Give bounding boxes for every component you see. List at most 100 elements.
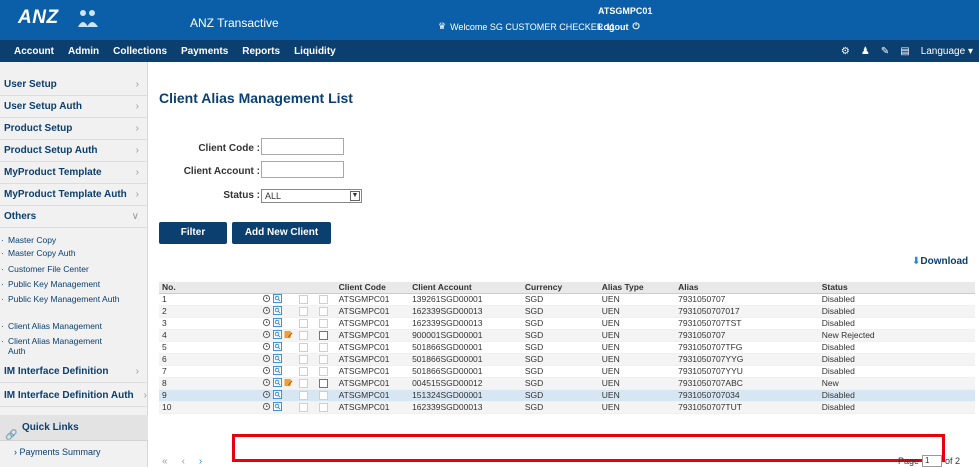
logout-link[interactable]: Logout ⏻: [598, 21, 640, 32]
cell-select: [295, 293, 316, 306]
view-icon[interactable]: [272, 389, 282, 399]
sidebar-subitem-master-copy[interactable]: · Master Copy: [0, 235, 148, 245]
menu-item-payments[interactable]: Payments: [181, 46, 228, 57]
history-icon[interactable]: [262, 366, 271, 375]
history-icon[interactable]: [262, 342, 271, 351]
row-checkbox-2[interactable]: [318, 367, 328, 377]
table-row[interactable]: 3 ATSGMPC01 162339SGD00013 SGD UEN 7931050707…: [159, 317, 975, 330]
app-window: ANZ ANZ Transactive ATSGMPC01 ♛ Welcome …: [0, 0, 979, 467]
sidebar-subitem-master-copy-auth[interactable]: · Master Copy Auth: [0, 248, 148, 258]
view-icon[interactable]: [272, 293, 282, 303]
sidebar-item-im-interface-definition-auth[interactable]: IM Interface Definition Auth ›: [0, 385, 148, 407]
row-checkbox-2[interactable]: [318, 319, 328, 329]
sidebar-item-user-setup[interactable]: User Setup ›: [0, 74, 148, 96]
next-page-icon[interactable]: ›: [199, 456, 202, 467]
client-account-input[interactable]: [261, 161, 344, 178]
view-icon[interactable]: [272, 377, 282, 387]
edit-icon[interactable]: [284, 378, 293, 387]
table-row[interactable]: 2 ATSGMPC01 162339SGD00013 SGD UEN 7931050707…: [159, 305, 975, 318]
row-checkbox[interactable]: [298, 319, 308, 329]
document-export-icon[interactable]: ✎: [881, 46, 889, 57]
sidebar-item-user-setup-auth[interactable]: User Setup Auth ›: [0, 96, 148, 118]
quick-link-payments-summary[interactable]: › Payments Summary: [0, 447, 148, 457]
table-row[interactable]: 6 ATSGMPC01 501866SGD00001 SGD UEN 7931050707…: [159, 353, 975, 366]
page-number-input[interactable]: 1: [922, 455, 943, 467]
users-icon[interactable]: ♟: [861, 46, 870, 57]
view-icon[interactable]: [272, 305, 282, 315]
row-checkbox-2[interactable]: [318, 331, 328, 341]
sidebar-item-im-interface-definition[interactable]: IM Interface Definition ›: [0, 361, 148, 383]
cell-select-2: [315, 305, 336, 318]
history-icon[interactable]: [262, 354, 271, 363]
sidebar-subitem-public-key-management[interactable]: · Public Key Management: [0, 279, 148, 289]
row-checkbox-2[interactable]: [318, 307, 328, 317]
power-icon: ⏻: [632, 21, 640, 31]
row-checkbox-2[interactable]: [318, 343, 328, 353]
table-row[interactable]: 4 ATSGMPC01 900001SGD00001 SGD UEN 7931050707…: [159, 329, 975, 342]
view-icon[interactable]: [272, 329, 282, 339]
view-icon[interactable]: [272, 317, 282, 327]
row-checkbox[interactable]: [298, 391, 308, 401]
client-code-input[interactable]: [261, 138, 344, 155]
table-row[interactable]: 9 ATSGMPC01 151324SGD00001 SGD UEN 7931050707…: [159, 389, 975, 402]
view-icon[interactable]: [272, 341, 282, 351]
add-new-client-alias-button[interactable]: Add New Client Alias: [232, 222, 331, 260]
table-row[interactable]: 5 ATSGMPC01 501866SGD00001 SGD UEN 7931050707…: [159, 341, 975, 354]
row-checkbox[interactable]: [298, 403, 308, 413]
bullet-icon: ·: [1, 294, 4, 304]
row-checkbox[interactable]: [298, 307, 308, 317]
row-checkbox[interactable]: [298, 379, 308, 389]
edit-icon[interactable]: [284, 330, 293, 339]
row-checkbox-2[interactable]: [318, 391, 328, 401]
row-checkbox[interactable]: [298, 343, 308, 353]
history-icon[interactable]: [262, 306, 271, 315]
filter-button[interactable]: Filter: [159, 222, 227, 244]
menu-item-admin[interactable]: Admin: [68, 46, 99, 57]
sidebar-subitem-client-alias-management[interactable]: · Client Alias Management: [0, 321, 148, 331]
menu-item-collections[interactable]: Collections: [113, 46, 167, 57]
menu-item-reports[interactable]: Reports: [242, 46, 280, 57]
view-icon[interactable]: [272, 365, 282, 375]
history-icon[interactable]: [262, 402, 271, 411]
sidebar-item-others[interactable]: Others ∨: [0, 206, 148, 228]
settings-icon[interactable]: ⚙: [841, 46, 850, 57]
table-row[interactable]: 8 ATSGMPC01 004515SGD00012 SGD UEN 7931050707…: [159, 377, 975, 390]
history-icon[interactable]: [262, 330, 271, 339]
first-page-icon[interactable]: «: [162, 456, 168, 467]
menu-item-account[interactable]: Account: [14, 46, 54, 57]
document-icon[interactable]: ▤: [900, 46, 909, 57]
history-icon[interactable]: [262, 294, 271, 303]
sidebar-subitem-public-key-management-auth[interactable]: · Public Key Management Auth: [0, 294, 120, 304]
row-checkbox-2[interactable]: [318, 403, 328, 413]
status-select[interactable]: ALL ▼: [261, 189, 362, 203]
row-checkbox-2[interactable]: [318, 379, 328, 389]
sidebar-item-product-setup-auth[interactable]: Product Setup Auth ›: [0, 140, 148, 162]
sidebar-item-product-setup[interactable]: Product Setup ›: [0, 118, 148, 140]
table-row[interactable]: 1 ATSGMPC01 139261SGD00001 SGD UEN 7931050707…: [159, 293, 975, 306]
cell-status: Disabled: [818, 317, 975, 330]
view-icon[interactable]: [272, 353, 282, 363]
sidebar-item-myproduct-template-auth[interactable]: MyProduct Template Auth ›: [0, 184, 148, 206]
view-icon[interactable]: [272, 401, 282, 411]
row-checkbox-2[interactable]: [318, 355, 328, 365]
row-checkbox[interactable]: [298, 355, 308, 365]
cell-alias-type: UEN: [598, 305, 676, 318]
row-checkbox[interactable]: [298, 367, 308, 377]
language-menu[interactable]: Language ▾: [921, 46, 973, 57]
row-checkbox[interactable]: [298, 295, 308, 305]
history-icon[interactable]: [262, 318, 271, 327]
download-link[interactable]: ⬇Download: [912, 256, 968, 267]
cell-status: Disabled: [818, 353, 975, 366]
menu-item-liquidity[interactable]: Liquidity: [294, 46, 336, 57]
table-row[interactable]: 10 ATSGMPC01 162339SGD00013 SGD UEN 793105070…: [159, 401, 975, 414]
row-checkbox[interactable]: [298, 331, 308, 341]
table-row[interactable]: 7 ATSGMPC01 501866SGD00001 SGD UEN 7931050707…: [159, 365, 975, 378]
row-checkbox-2[interactable]: [318, 295, 328, 305]
quick-links-header[interactable]: 🔗 Quick Links: [0, 415, 148, 441]
sidebar-subitem-client-alias-management-auth[interactable]: · Client Alias Management Auth: [0, 336, 120, 356]
history-icon[interactable]: [262, 390, 271, 399]
history-icon[interactable]: [262, 378, 271, 387]
prev-page-icon[interactable]: ‹: [182, 456, 185, 467]
sidebar-subitem-customer-file-center[interactable]: · Customer File Center: [0, 264, 148, 274]
sidebar-item-myproduct-template[interactable]: MyProduct Template ›: [0, 162, 148, 184]
